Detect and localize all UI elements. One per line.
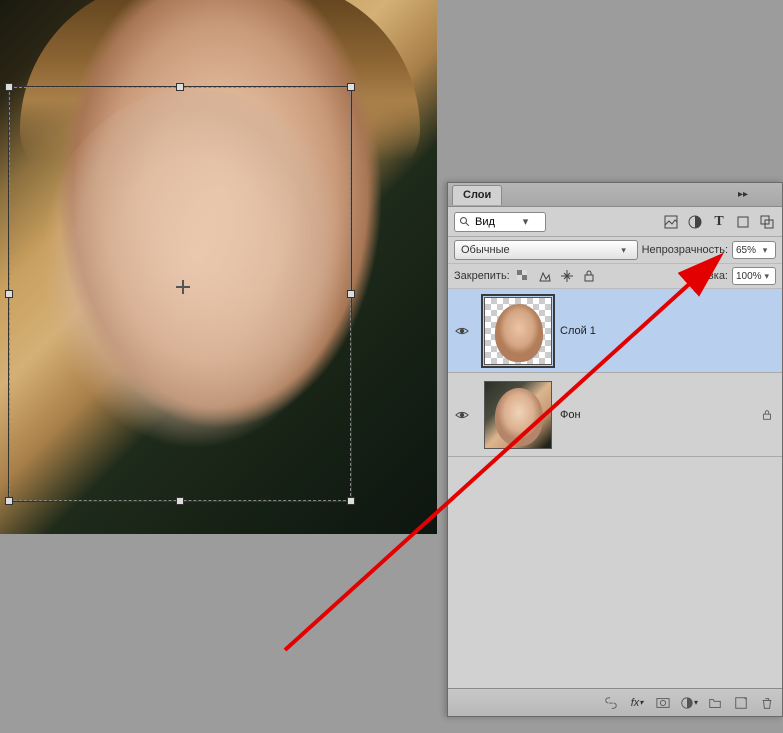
search-icon xyxy=(459,216,471,228)
filter-type-icon[interactable]: T xyxy=(710,213,728,231)
filter-shape-icon[interactable] xyxy=(734,213,752,231)
fill-input[interactable]: 100% ▾ xyxy=(732,267,776,285)
layer-filter-kind[interactable]: Вид ▾ xyxy=(454,212,546,232)
fill-value: 100% xyxy=(736,271,762,282)
chevron-down-icon: ▾ xyxy=(762,271,772,282)
transform-handle-bl[interactable] xyxy=(5,497,13,505)
chevron-down-icon: ▾ xyxy=(758,245,772,256)
panel-tabbar: Слои ▸▸ xyxy=(448,183,782,207)
filter-pixel-icon[interactable] xyxy=(662,213,680,231)
eye-icon xyxy=(455,324,469,338)
new-layer-icon[interactable] xyxy=(732,694,750,712)
canvas-viewport[interactable] xyxy=(0,0,437,733)
transform-handle-tl[interactable] xyxy=(5,83,13,91)
layer-filter-label: Вид xyxy=(475,216,506,228)
transform-center-icon[interactable] xyxy=(176,280,190,294)
layer-row[interactable]: Фон xyxy=(448,373,782,457)
filter-smart-icon[interactable] xyxy=(758,213,776,231)
lock-transparent-icon[interactable] xyxy=(514,267,532,285)
chevron-down-icon: ▾ xyxy=(617,245,631,256)
add-mask-icon[interactable] xyxy=(654,694,672,712)
chevron-down-icon: ▾ xyxy=(510,215,541,228)
layer-name[interactable]: Слой 1 xyxy=(560,325,752,337)
layer-filter-row: Вид ▾ T xyxy=(448,207,782,237)
layers-panel: Слои ▸▸ Вид ▾ T Обычные ▾ Непрозрачность… xyxy=(447,182,783,717)
layers-panel-footer: fx▾ ▾ xyxy=(448,688,782,716)
transform-handle-tm[interactable] xyxy=(176,83,184,91)
visibility-toggle[interactable] xyxy=(448,408,476,422)
link-layers-icon[interactable] xyxy=(602,694,620,712)
blend-opacity-row: Обычные ▾ Непрозрачность: 65% ▾ xyxy=(448,237,782,264)
transform-handle-br[interactable] xyxy=(347,497,355,505)
lock-image-icon[interactable] xyxy=(536,267,554,285)
new-folder-icon[interactable] xyxy=(706,694,724,712)
lock-position-icon[interactable] xyxy=(558,267,576,285)
delete-layer-icon[interactable] xyxy=(758,694,776,712)
eye-icon xyxy=(455,408,469,422)
lock-icon xyxy=(761,409,773,421)
visibility-toggle[interactable] xyxy=(448,324,476,338)
layer-thumbnail[interactable] xyxy=(484,381,552,449)
transform-handle-ml[interactable] xyxy=(5,290,13,298)
lock-all-icon[interactable] xyxy=(580,267,598,285)
transform-handle-mr[interactable] xyxy=(347,290,355,298)
new-adjustment-icon[interactable]: ▾ xyxy=(680,694,698,712)
layers-list[interactable]: Слой 1 Фон xyxy=(448,289,782,688)
lock-label: Закрепить: xyxy=(454,270,510,282)
opacity-label[interactable]: Непрозрачность: xyxy=(642,244,728,256)
transform-handle-bm[interactable] xyxy=(176,497,184,505)
blend-mode-select[interactable]: Обычные ▾ xyxy=(454,240,638,260)
document-image[interactable] xyxy=(0,0,437,534)
layer-fx-icon[interactable]: fx▾ xyxy=(628,694,646,712)
fill-label[interactable]: Заливка: xyxy=(683,270,728,282)
blend-mode-value: Обычные xyxy=(461,244,510,256)
layer-row[interactable]: Слой 1 xyxy=(448,289,782,373)
opacity-value: 65% xyxy=(736,245,756,256)
opacity-input[interactable]: 65% ▾ xyxy=(732,241,776,259)
collapse-panel-icon[interactable]: ▸▸ xyxy=(734,186,752,204)
lock-fill-row: Закрепить: Заливка: 100% ▾ xyxy=(448,264,782,289)
panel-menu-icon[interactable] xyxy=(758,186,776,204)
free-transform-bounds[interactable] xyxy=(8,86,352,502)
layer-name[interactable]: Фон xyxy=(560,409,752,421)
transform-handle-tr[interactable] xyxy=(347,83,355,91)
tab-layers[interactable]: Слои xyxy=(452,185,502,205)
filter-adjust-icon[interactable] xyxy=(686,213,704,231)
layer-lock-indicator[interactable] xyxy=(752,409,782,421)
layer-thumbnail[interactable] xyxy=(484,297,552,365)
